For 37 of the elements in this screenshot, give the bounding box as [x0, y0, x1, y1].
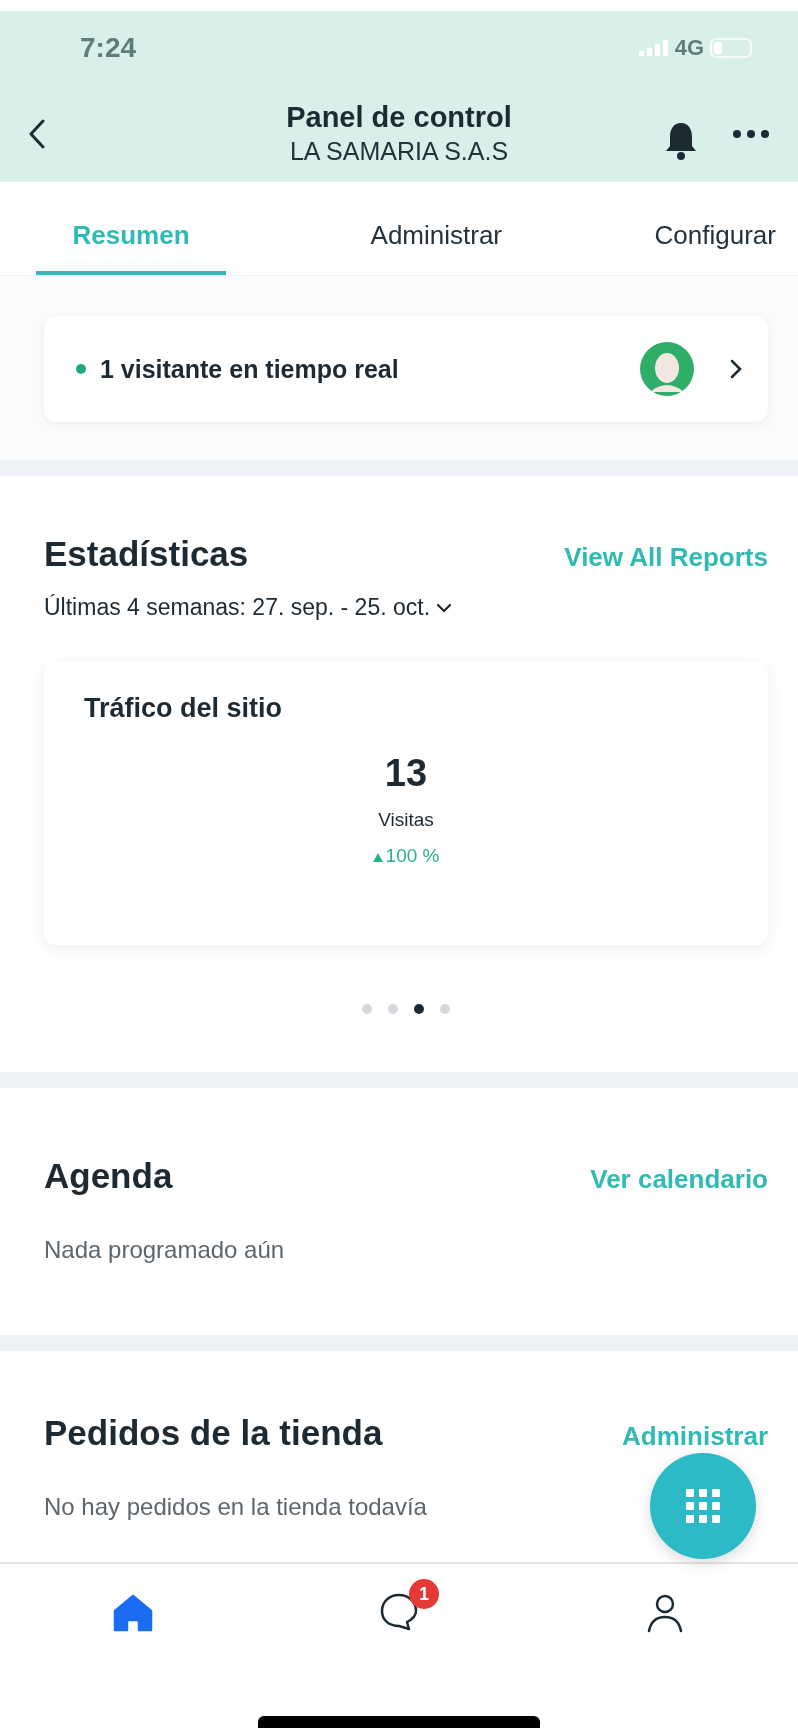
business-name: LA SAMARIA S.A.S — [289, 136, 509, 167]
signal-icon — [638, 40, 669, 56]
visitor-text: 1 visitante en tiempo real — [100, 354, 399, 384]
page-dot[interactable] — [440, 1003, 450, 1014]
tab[interactable]: Configurar — [646, 182, 784, 275]
empty-message: Nada programado aún — [44, 1236, 285, 1264]
chevron-down-icon[interactable] — [436, 602, 453, 613]
avatar-icon — [640, 342, 694, 396]
back-icon[interactable] — [28, 118, 46, 149]
period-selector[interactable]: Últimas 4 semanas: 27. sep. - 25. oct. — [44, 594, 431, 621]
chat-icon[interactable] — [379, 1591, 419, 1631]
network-label: 4G — [674, 35, 704, 61]
page-dot[interactable] — [388, 1003, 398, 1014]
more-icon[interactable] — [732, 128, 770, 139]
profile-icon[interactable] — [645, 1593, 685, 1633]
notification-badge: 1 — [409, 1579, 439, 1609]
home-icon[interactable] — [113, 1594, 153, 1632]
up-triangle-icon — [372, 853, 383, 862]
visitor-card[interactable]: 1 visitante en tiempo real — [44, 316, 768, 422]
grid-icon — [686, 1489, 720, 1523]
status-time: 7:24 — [80, 32, 137, 64]
tab[interactable]: Administrar — [362, 182, 511, 275]
change-percent: 100 % — [385, 845, 440, 867]
section-title: Agenda — [44, 1156, 173, 1196]
page-title: Panel de control — [286, 100, 512, 135]
chevron-right-icon — [730, 359, 742, 379]
page-dot[interactable] — [414, 1003, 424, 1014]
section-title: Pedidos de la tienda — [44, 1413, 383, 1453]
section-title: Estadísticas — [44, 534, 249, 574]
card-title: Tráfico del sitio — [84, 693, 284, 724]
live-dot — [76, 364, 86, 374]
battery-icon — [710, 38, 754, 58]
empty-message: No hay pedidos en la tienda todavía — [44, 1493, 427, 1521]
page-dot[interactable] — [362, 1003, 372, 1014]
visits-label: Visitas — [378, 809, 434, 831]
bell-icon[interactable] — [664, 120, 698, 161]
visits-count: 13 — [384, 752, 428, 795]
